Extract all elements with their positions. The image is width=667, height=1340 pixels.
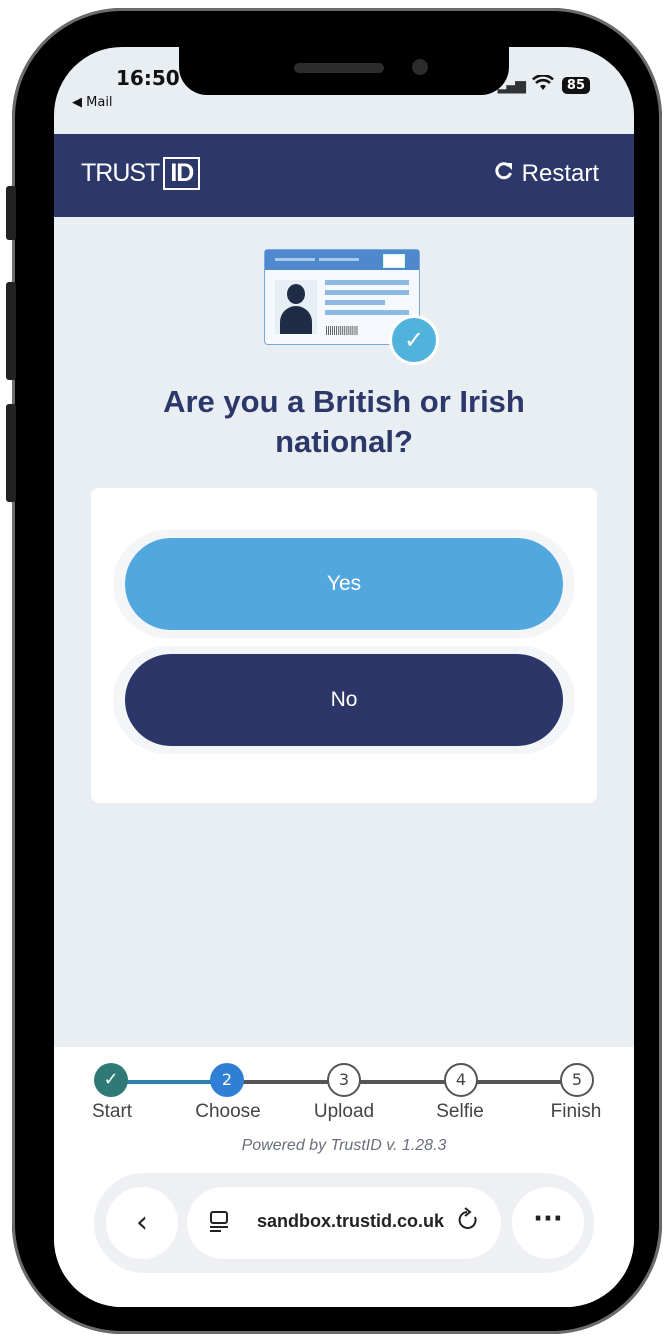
- barcode-icon: ||||||||||||||||: [325, 326, 359, 336]
- step-choose: 2: [210, 1063, 244, 1097]
- app-header: TRUST ID Restart: [54, 134, 634, 217]
- no-button-wrapper: No: [113, 646, 575, 754]
- step-upload: 3: [327, 1063, 361, 1097]
- step-selfie: 4: [444, 1063, 478, 1097]
- browser-toolbar: ‹ sandbox.trustid.co.uk ···: [94, 1173, 594, 1273]
- step-label-choose: Choose: [195, 1101, 261, 1122]
- status-icons: ▂▄▆ 85: [497, 74, 590, 96]
- side-button: [6, 282, 16, 380]
- question-heading: Are you a British or Irish national?: [163, 384, 525, 459]
- yes-button-wrapper: Yes: [113, 530, 575, 638]
- step-start-icon: ✓: [94, 1063, 128, 1097]
- step-finish: 5: [560, 1063, 594, 1097]
- logo-text: TRUST: [81, 159, 160, 187]
- restart-icon: [494, 160, 514, 188]
- logo-id: ID: [163, 157, 201, 190]
- status-time: 16:50: [116, 66, 180, 90]
- verified-check-icon: ✓: [389, 315, 439, 365]
- speaker: [294, 63, 384, 73]
- url-text: sandbox.trustid.co.uk: [257, 1211, 445, 1231]
- options-card: Yes No: [91, 488, 597, 803]
- back-chevron-icon[interactable]: ‹: [106, 1187, 178, 1259]
- step-label-start: Start: [91, 1101, 133, 1122]
- camera: [412, 59, 428, 75]
- signal-icon: ▂▄▆: [497, 77, 526, 94]
- step-label-selfie: Selfie: [436, 1101, 484, 1122]
- restart-label: Restart: [521, 160, 599, 187]
- card-header-band: [265, 250, 419, 270]
- address-bar[interactable]: sandbox.trustid.co.uk: [187, 1187, 501, 1259]
- portrait-icon: [275, 280, 317, 334]
- no-button[interactable]: No: [125, 654, 563, 746]
- yes-button[interactable]: Yes: [125, 538, 563, 630]
- reload-icon[interactable]: [457, 1207, 481, 1239]
- restart-button[interactable]: Restart: [494, 160, 599, 188]
- flag-icon: [383, 254, 405, 268]
- step-label-finish: Finish: [550, 1101, 602, 1122]
- wifi-icon: [531, 74, 554, 96]
- trustid-logo: TRUST ID: [81, 157, 201, 190]
- step-label-upload: Upload: [313, 1101, 375, 1122]
- phone-screen: 16:50 ◀ Mail ▂▄▆ 85 TRUST ID Restart |||…: [54, 47, 634, 1307]
- progress-track-remaining: [227, 1080, 577, 1084]
- back-to-mail-link[interactable]: ◀ Mail: [72, 95, 113, 110]
- powered-by-text: Powered by TrustID v. 1.28.3: [241, 1137, 447, 1154]
- battery-indicator: 85: [561, 77, 590, 94]
- page-menu-icon[interactable]: [207, 1209, 231, 1239]
- side-button: [6, 404, 16, 502]
- side-button: [6, 186, 16, 240]
- more-dots-icon[interactable]: ···: [512, 1187, 584, 1259]
- notch: [179, 47, 509, 95]
